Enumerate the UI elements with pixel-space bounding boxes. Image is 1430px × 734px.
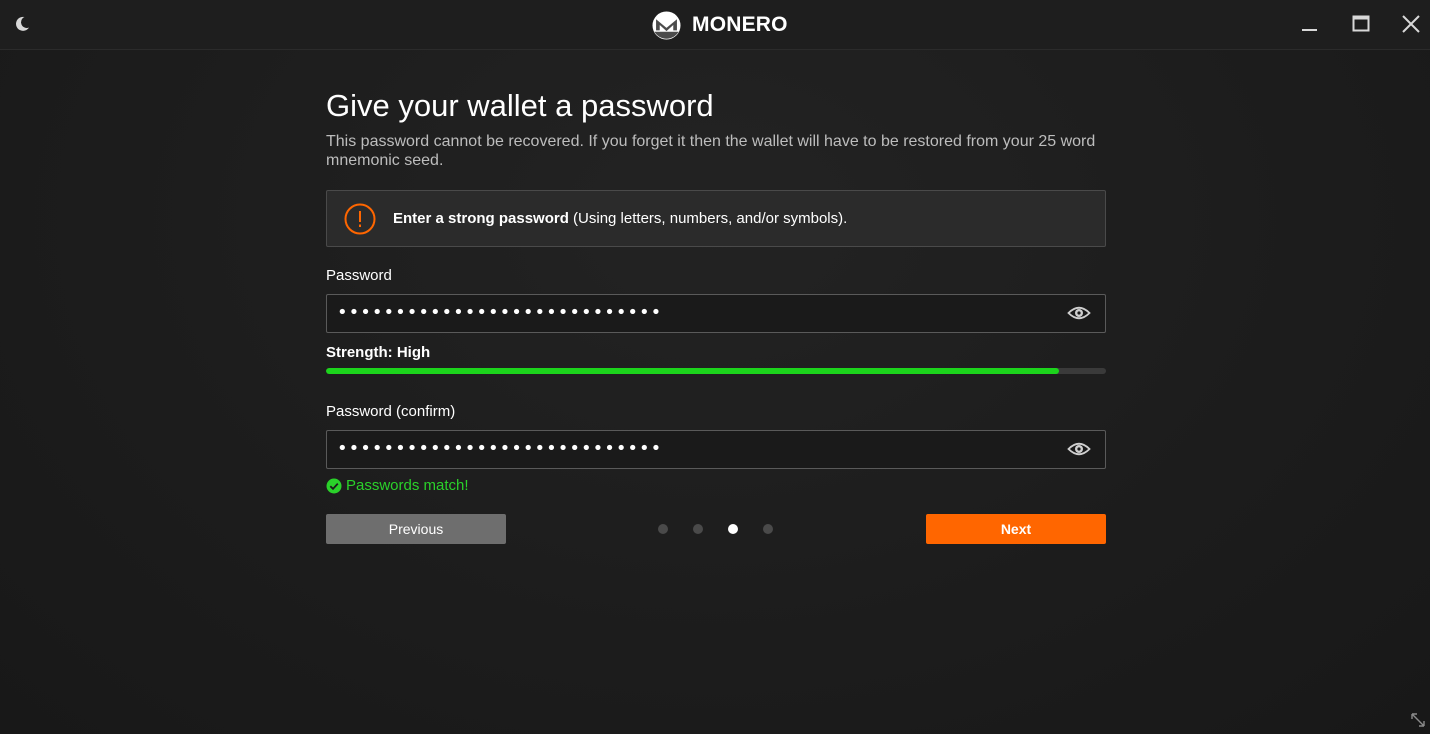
brand-name: MONERO — [692, 13, 788, 36]
page-description: This password cannot be recovered. If yo… — [326, 133, 1096, 169]
password-warning-box: Enter a strong password (Using letters, … — [326, 190, 1106, 247]
resize-grip-icon[interactable] — [1410, 712, 1426, 728]
warning-rest-text: (Using letters, numbers, and/or symbols)… — [568, 210, 848, 227]
check-circle-icon — [326, 478, 342, 493]
password-input[interactable]: •••••••••••••••••••••••••••• — [326, 294, 1106, 333]
exclamation-circle-icon — [344, 203, 376, 235]
minimize-icon[interactable] — [1298, 12, 1322, 36]
page-title: Give your wallet a password — [326, 88, 714, 123]
next-button[interactable]: Next — [926, 514, 1106, 544]
confirm-password-masked-value: •••••••••••••••••••••••••••• — [337, 438, 663, 459]
moon-icon[interactable] — [12, 14, 32, 34]
strength-label: Strength: High — [326, 344, 431, 361]
step-dot — [763, 524, 773, 534]
eye-icon[interactable] — [1067, 440, 1091, 458]
maximize-icon[interactable] — [1349, 12, 1373, 36]
password-match-text: Passwords match! — [346, 477, 469, 494]
monero-logo-icon — [652, 10, 681, 40]
strength-meter-fill — [326, 368, 1060, 374]
warning-text: Enter a strong password (Using letters, … — [393, 210, 847, 227]
previous-button[interactable]: Previous — [326, 514, 506, 544]
password-match-status: Passwords match! — [326, 477, 469, 494]
step-dot — [658, 524, 668, 534]
confirm-password-input[interactable]: •••••••••••••••••••••••••••• — [326, 430, 1106, 469]
step-dot-active — [728, 524, 738, 534]
warning-bold-text: Enter a strong password — [393, 210, 569, 227]
close-icon[interactable] — [1399, 12, 1423, 36]
monero-brand: MONERO — [652, 10, 788, 40]
confirm-password-label: Password (confirm) — [326, 403, 456, 420]
eye-icon[interactable] — [1067, 304, 1091, 322]
password-label: Password — [326, 267, 392, 284]
password-masked-value: •••••••••••••••••••••••••••• — [337, 302, 663, 323]
step-dot — [693, 524, 703, 534]
title-bar: MONERO — [0, 0, 1430, 50]
strength-meter — [326, 368, 1106, 374]
